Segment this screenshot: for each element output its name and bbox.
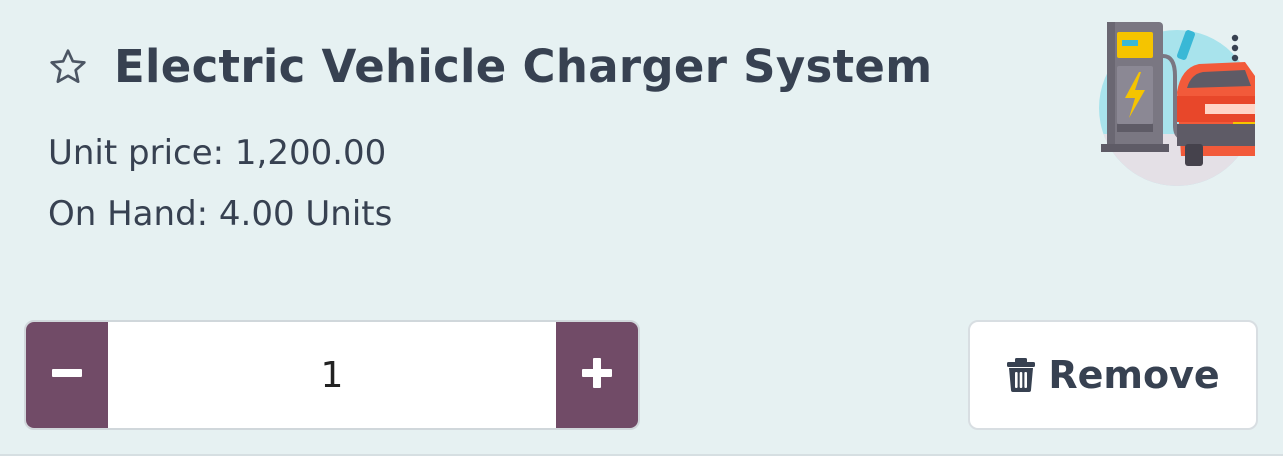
remove-button-label: Remove [1048,353,1220,397]
plus-icon [580,356,614,394]
increase-quantity-button[interactable] [556,322,638,428]
product-card: Electric Vehicle Charger System Unit pri… [0,0,1283,456]
trash-icon [1006,357,1036,393]
product-title: Electric Vehicle Charger System [114,40,933,93]
on-hand-text: On Hand: 4.00 Units [48,194,393,234]
ev-charger-car-icon [1095,16,1255,191]
minus-icon [50,356,84,394]
unit-price-text: Unit price: 1,200.00 [48,133,387,173]
favorite-star-icon[interactable] [46,45,90,89]
quantity-input[interactable] [108,322,556,428]
quantity-stepper [24,320,640,430]
remove-button[interactable]: Remove [968,320,1258,430]
title-row: Electric Vehicle Charger System [46,40,932,93]
decrease-quantity-button[interactable] [26,322,108,428]
